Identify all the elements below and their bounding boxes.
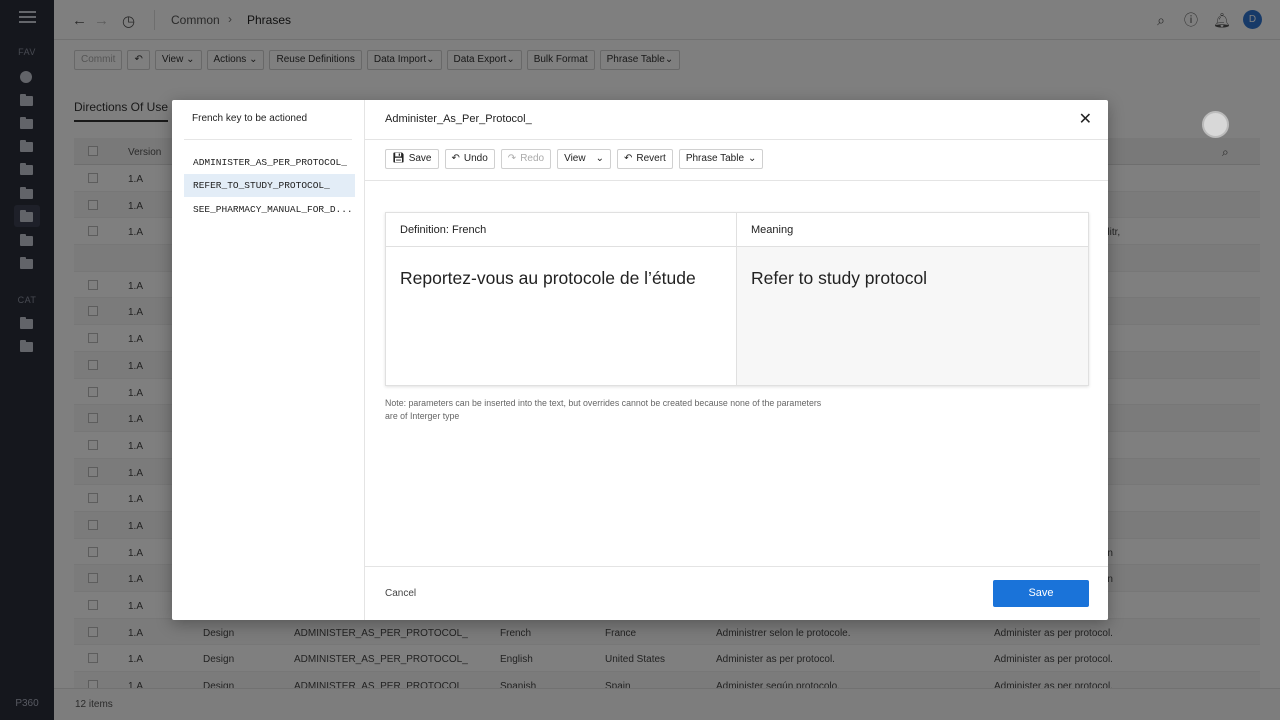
undo-icon: ↶	[451, 153, 460, 164]
dialog-title: Administer_As_Per_Protocol_	[385, 113, 532, 125]
chevron-down-icon: ⌄	[748, 153, 757, 164]
revert-button[interactable]: ↶ Revert	[616, 149, 673, 169]
editor-panel: Administer_As_Per_Protocol_ ✕ 💾︎ Save ↶ Un…	[365, 100, 1108, 620]
divider	[365, 139, 1108, 140]
redo-icon: ↷	[507, 153, 517, 164]
save-button[interactable]: Save	[993, 580, 1089, 607]
key-list-panel: French key to be actioned ADMINISTER_AS_…	[172, 100, 365, 620]
key-list-title: French key to be actioned	[192, 113, 308, 124]
divider	[365, 566, 1108, 567]
phrase-edit-dialog: French key to be actioned ADMINISTER_AS_…	[172, 100, 1108, 620]
key-list-item[interactable]: ADMINISTER_AS_PER_PROTOCOL_	[184, 151, 355, 174]
key-list-item-selected[interactable]: REFER_TO_STUDY_PROTOCOL_	[184, 174, 355, 197]
redo-button[interactable]: ↷ Redo	[500, 149, 552, 169]
parameters-note: Note: parameters can be inserted into th…	[385, 398, 822, 421]
divider	[365, 180, 1108, 181]
close-icon[interactable]: ✕	[1079, 112, 1092, 128]
cancel-button[interactable]: Cancel	[385, 588, 416, 599]
revert-icon: ↶	[623, 153, 633, 164]
undo-button[interactable]: ↶ Undo	[444, 149, 495, 169]
key-list-item[interactable]: SEE_PHARMACY_MANUAL_FOR_D...	[184, 198, 355, 221]
record-indicator	[1202, 111, 1229, 138]
definition-table: Definition: French Reportez-vous au prot…	[385, 212, 1089, 386]
chevron-down-icon: ⌄	[595, 153, 604, 164]
save-toolbar-button[interactable]: 💾︎ Save	[385, 149, 439, 169]
meaning-column: Meaning Refer to study protocol	[737, 213, 1088, 385]
save-disk-icon: 💾︎	[392, 153, 405, 164]
view-dropdown[interactable]: View ⌄	[557, 149, 611, 169]
editor-toolbar: 💾︎ Save ↶ Undo ↷ Redo View ⌄ ↶ Revert Phrase …	[385, 149, 764, 169]
divider	[184, 139, 352, 140]
definition-column: Definition: French Reportez-vous au prot…	[386, 213, 737, 385]
phrase-table-dropdown[interactable]: Phrase Table ⌄	[678, 149, 764, 169]
